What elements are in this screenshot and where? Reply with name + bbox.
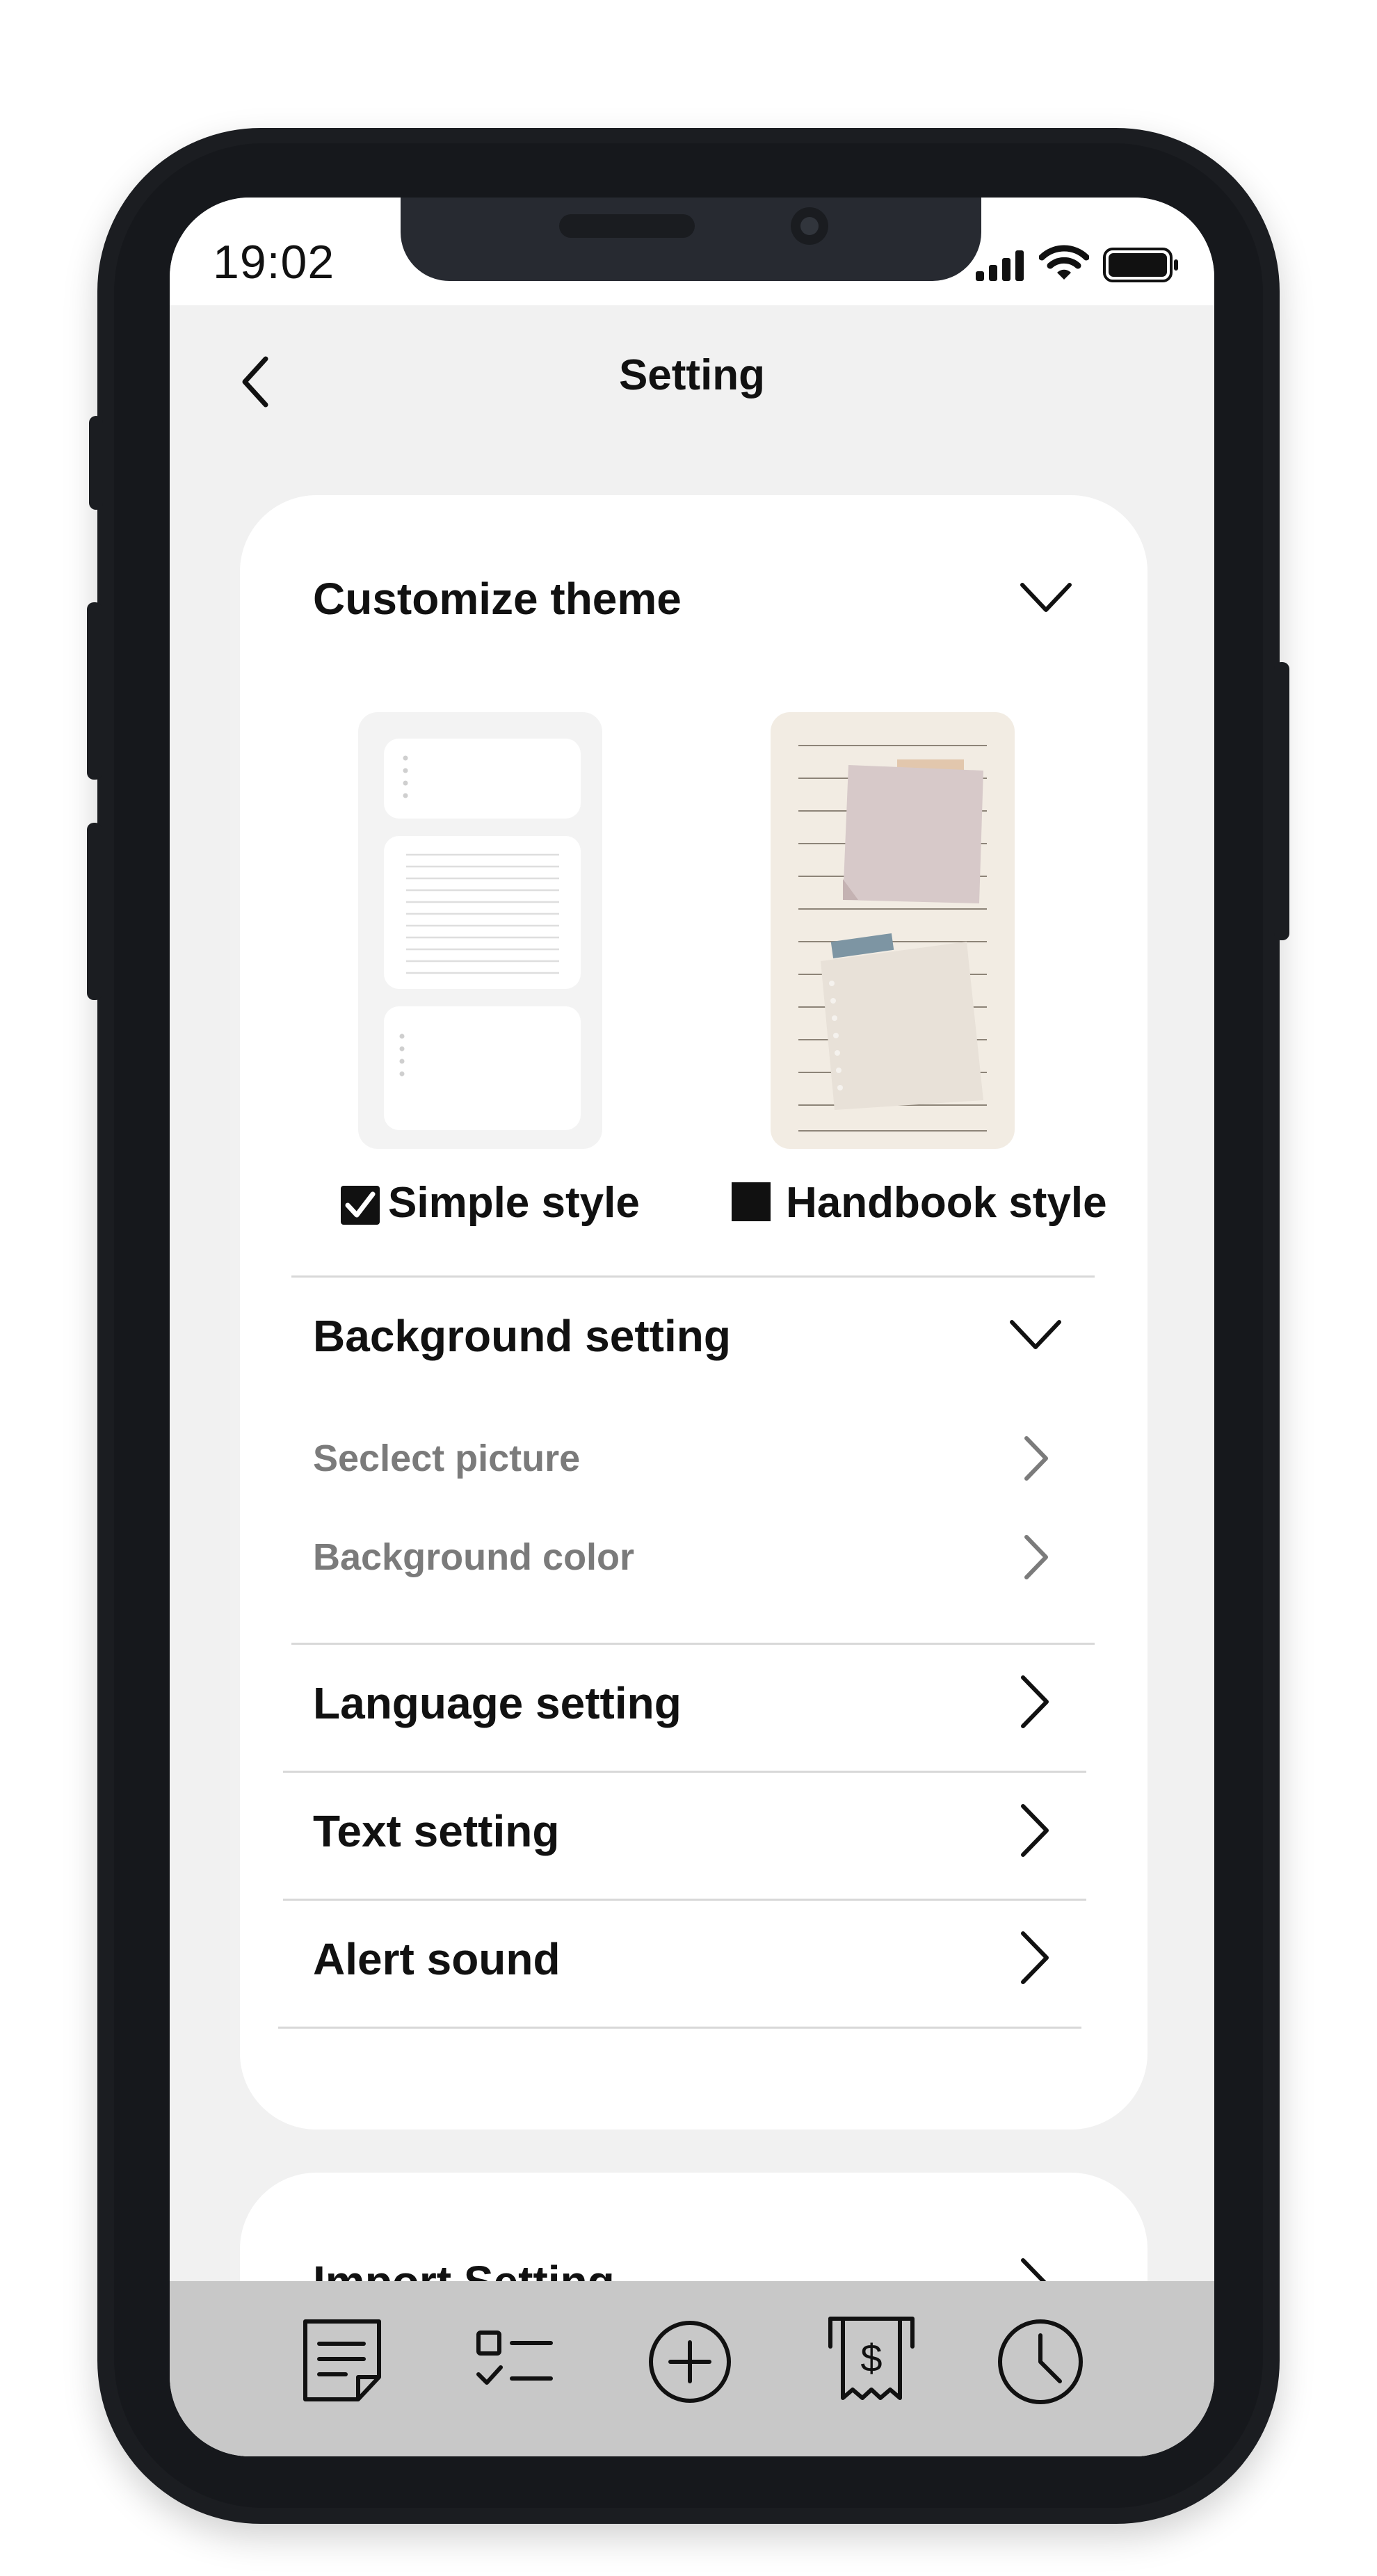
chevron-right-icon[interactable] — [1018, 1533, 1053, 1581]
note-icon[interactable] — [297, 2316, 387, 2406]
background-setting-title[interactable]: Background setting — [313, 1310, 731, 1362]
background-color-item[interactable]: Background color — [313, 1536, 634, 1579]
notch — [401, 198, 981, 281]
lines-icon — [406, 853, 559, 974]
chevron-down-icon[interactable] — [1018, 577, 1074, 618]
clock-icon[interactable] — [996, 2317, 1085, 2406]
handbook-illustration — [798, 745, 987, 1132]
preview-card — [384, 739, 581, 819]
preview-card — [384, 1006, 581, 1130]
alert-sound-row[interactable]: Alert sound — [313, 1933, 561, 1985]
select-picture-item[interactable]: Seclect picture — [313, 1437, 580, 1480]
checkbox-checked-icon[interactable] — [339, 1184, 381, 1226]
power-button — [1274, 662, 1289, 940]
chevron-right-icon[interactable] — [1015, 1672, 1054, 1732]
add-circle-icon[interactable] — [647, 2319, 733, 2405]
chevron-right-icon[interactable] — [1015, 1928, 1054, 1988]
speaker-grille — [559, 214, 695, 238]
divider — [278, 2027, 1081, 2029]
status-time: 19:02 — [213, 236, 335, 289]
text-setting-row[interactable]: Text setting — [313, 1805, 559, 1857]
wifi-icon — [1039, 245, 1089, 280]
chevron-right-icon[interactable] — [1018, 1434, 1053, 1483]
divider — [283, 1771, 1086, 1773]
cellular-signal-icon — [976, 250, 1024, 281]
customize-theme-title[interactable]: Customize theme — [313, 573, 682, 625]
chevron-down-icon[interactable] — [1008, 1314, 1063, 1355]
camera-lens — [800, 217, 819, 235]
handbook-style-label[interactable]: Handbook style — [786, 1178, 1107, 1227]
volume-up-button — [87, 602, 102, 780]
language-setting-row[interactable]: Language setting — [313, 1677, 682, 1729]
checklist-icon[interactable] — [473, 2324, 556, 2401]
svg-text:$: $ — [860, 2336, 882, 2380]
page-title: Setting — [618, 351, 766, 399]
checkbox-unchecked-icon[interactable] — [730, 1181, 772, 1223]
battery-icon — [1103, 248, 1178, 282]
chevron-right-icon[interactable] — [1015, 1801, 1054, 1860]
divider — [291, 1275, 1095, 1278]
handbook-style-preview[interactable] — [771, 712, 1015, 1149]
dots-icon — [403, 755, 408, 798]
dots-icon — [399, 1033, 405, 1077]
volume-down-button — [87, 823, 102, 1000]
mute-switch — [89, 416, 103, 510]
divider — [291, 1643, 1095, 1645]
receipt-dollar-icon[interactable]: $ — [826, 2312, 917, 2409]
phone-screen: 19:02 Setting Customize theme Simple sty… — [170, 198, 1214, 2456]
simple-style-label[interactable]: Simple style — [388, 1178, 640, 1227]
divider — [283, 1899, 1086, 1901]
